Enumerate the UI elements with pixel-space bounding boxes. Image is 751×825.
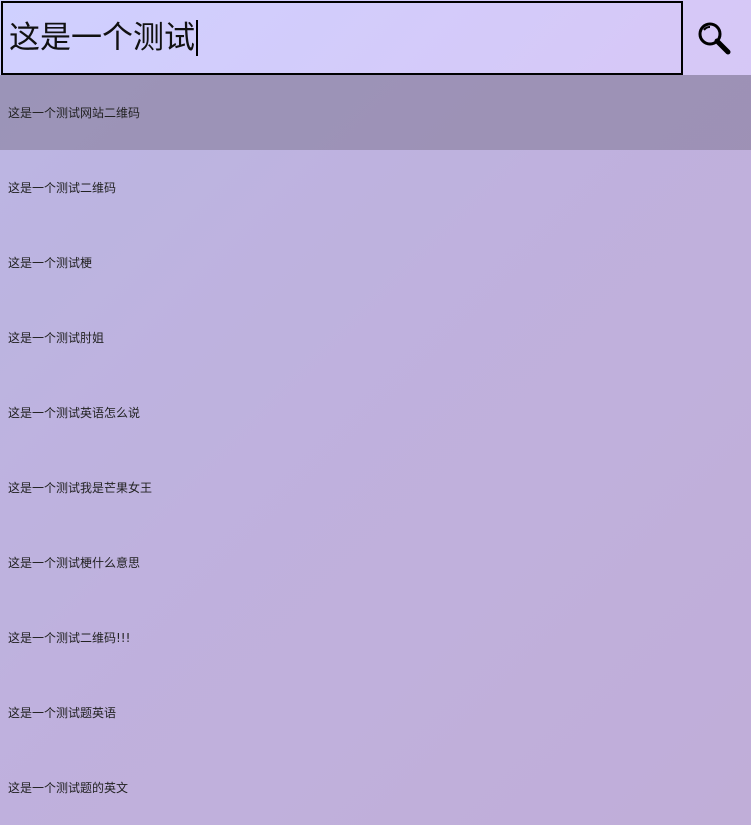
suggestion-item[interactable]: 这是一个测试梗什么意思 — [0, 525, 751, 600]
search-bar: 这是一个测试 — [0, 0, 751, 75]
suggestion-item[interactable]: 这是一个测试题的英文 — [0, 750, 751, 825]
suggestion-item[interactable]: 这是一个测试二维码 — [0, 150, 751, 225]
suggestion-item[interactable]: 这是一个测试梗 — [0, 225, 751, 300]
search-button[interactable] — [677, 0, 751, 75]
text-caret — [196, 20, 198, 56]
suggestion-item[interactable]: 这是一个测试我是芒果女王 — [0, 450, 751, 525]
suggestion-item[interactable]: 这是一个测试英语怎么说 — [0, 375, 751, 450]
search-query-text: 这是一个测试 — [9, 20, 195, 56]
search-input[interactable]: 这是一个测试 — [1, 1, 683, 75]
suggestion-list: 这是一个测试网站二维码 这是一个测试二维码 这是一个测试梗 这是一个测试肘姐 这… — [0, 75, 751, 825]
suggestion-item[interactable]: 这是一个测试网站二维码 — [0, 75, 751, 150]
suggestion-item[interactable]: 这是一个测试二维码!!! — [0, 600, 751, 675]
suggestion-item[interactable]: 这是一个测试题英语 — [0, 675, 751, 750]
suggestion-item[interactable]: 这是一个测试肘姐 — [0, 300, 751, 375]
search-icon — [698, 22, 731, 54]
